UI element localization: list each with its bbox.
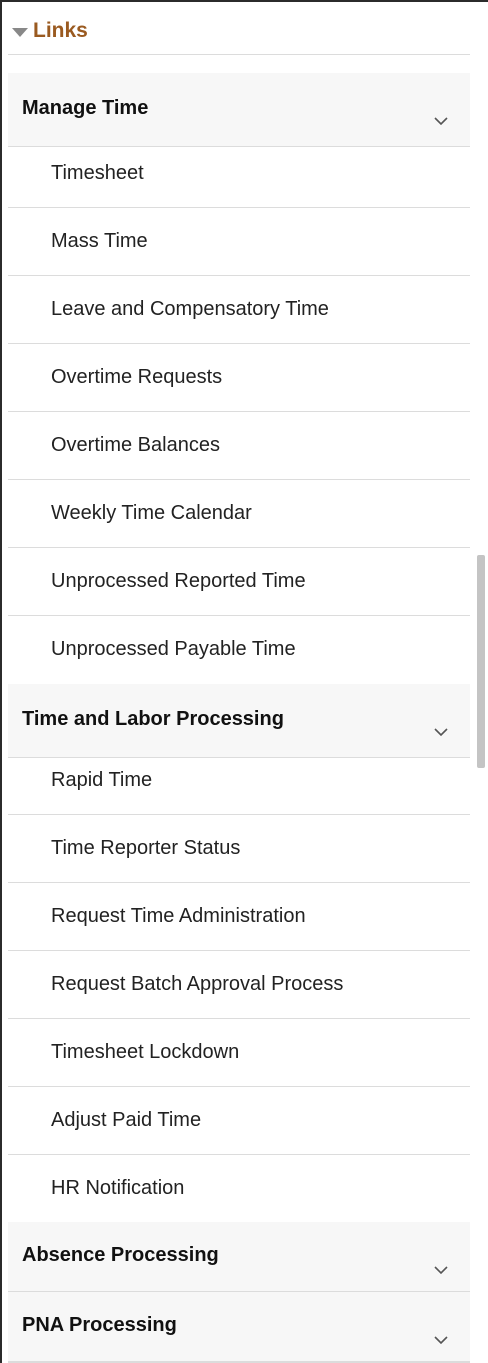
link-label: Request Batch Approval Process [51, 973, 344, 995]
link-overtime-requests[interactable]: Overtime Requests [8, 344, 470, 412]
section-header-absence-processing[interactable]: Absence Processing [8, 1222, 470, 1292]
link-label: Overtime Balances [51, 434, 220, 456]
link-unprocessed-reported-time[interactable]: Unprocessed Reported Time [8, 548, 470, 616]
link-timesheet-lockdown[interactable]: Timesheet Lockdown [8, 1019, 470, 1087]
vertical-scrollbar[interactable] [474, 0, 488, 1363]
link-label: Leave and Compensatory Time [51, 298, 329, 320]
link-label: Timesheet Lockdown [51, 1041, 240, 1063]
link-label: Mass Time [51, 230, 148, 252]
links-title: Links [33, 19, 88, 42]
link-unprocessed-payable-time[interactable]: Unprocessed Payable Time [8, 616, 470, 684]
link-label: HR Notification [51, 1177, 185, 1199]
link-hr-notification[interactable]: HR Notification [8, 1155, 470, 1223]
link-label: Request Time Administration [51, 905, 306, 927]
section-title: Time and Labor Processing [22, 708, 284, 730]
link-request-time-administration[interactable]: Request Time Administration [8, 883, 470, 951]
link-label: Time Reporter Status [51, 837, 241, 859]
links-collapsible-header[interactable]: Links [8, 8, 470, 55]
chevron-down-icon [434, 117, 448, 126]
section-title: PNA Processing [22, 1314, 177, 1336]
link-label: Adjust Paid Time [51, 1109, 202, 1131]
section-header-manage-time[interactable]: Manage Time [8, 73, 470, 147]
caret-down-icon [12, 28, 28, 37]
link-time-reporter-status[interactable]: Time Reporter Status [8, 815, 470, 883]
chevron-down-icon [434, 1336, 448, 1345]
link-timesheet[interactable]: Timesheet [8, 140, 470, 208]
link-label: Timesheet [51, 162, 144, 184]
section-title: Absence Processing [22, 1244, 219, 1266]
chevron-down-icon [434, 728, 448, 737]
link-label: Unprocessed Reported Time [51, 570, 306, 592]
link-overtime-balances[interactable]: Overtime Balances [8, 412, 470, 480]
link-label: Weekly Time Calendar [51, 502, 252, 524]
link-label: Unprocessed Payable Time [51, 638, 296, 660]
section-header-pna-processing[interactable]: PNA Processing [8, 1292, 470, 1362]
link-request-batch-approval-process[interactable]: Request Batch Approval Process [8, 951, 470, 1019]
link-rapid-time[interactable]: Rapid Time [8, 747, 470, 815]
link-leave-and-compensatory-time[interactable]: Leave and Compensatory Time [8, 276, 470, 344]
link-adjust-paid-time[interactable]: Adjust Paid Time [8, 1087, 470, 1155]
link-label: Overtime Requests [51, 366, 223, 388]
link-weekly-time-calendar[interactable]: Weekly Time Calendar [8, 480, 470, 548]
link-label: Rapid Time [51, 769, 153, 791]
chevron-down-icon [434, 1266, 448, 1275]
link-mass-time[interactable]: Mass Time [8, 208, 470, 276]
section-title: Manage Time [22, 97, 149, 119]
scrollbar-thumb[interactable] [477, 555, 485, 768]
